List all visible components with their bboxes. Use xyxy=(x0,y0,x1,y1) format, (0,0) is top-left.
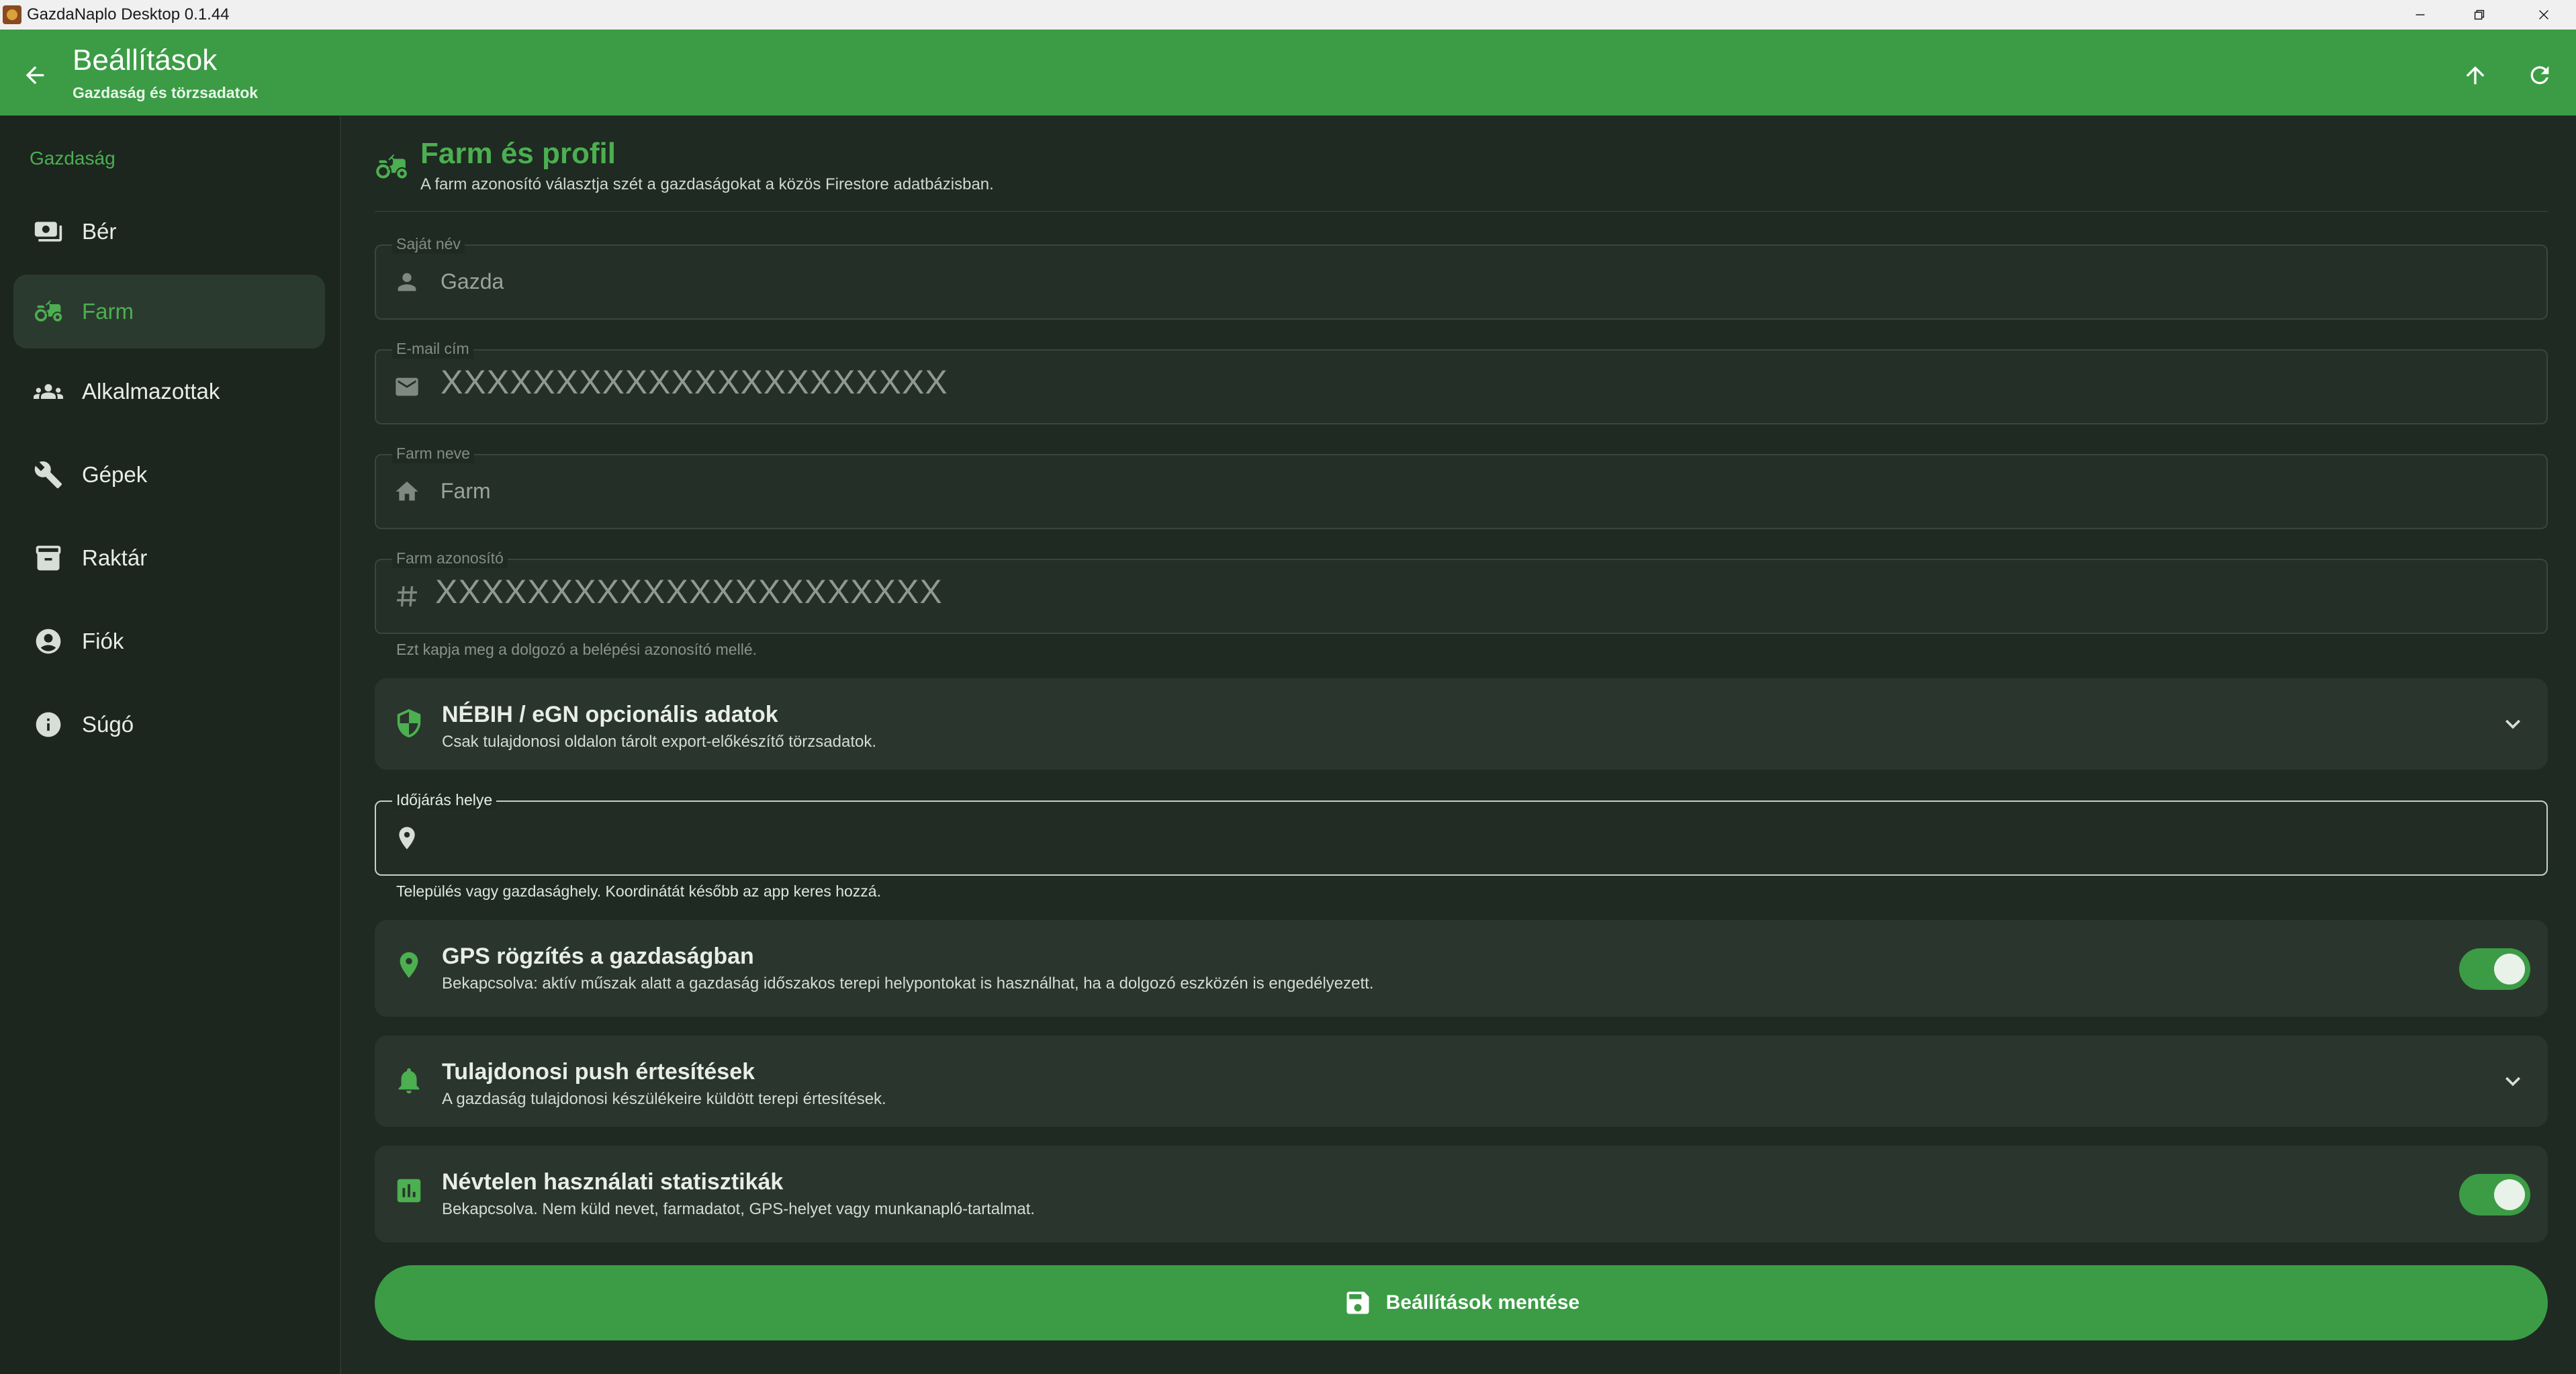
nebih-expansion-card[interactable]: NÉBIH / eGN opcionális adatok Csak tulaj… xyxy=(375,678,2548,770)
tractor-icon xyxy=(34,297,63,326)
weather-location-helper: Település vagy gazdasághely. Koordinátát… xyxy=(396,882,881,900)
name-field-value: Gazda xyxy=(441,269,504,293)
farm-id-field-value: XXXXXXXXXXXXXXXXXXXXXX xyxy=(435,573,943,610)
nebih-card-description: Csak tulajdonosi oldalon tárolt export-e… xyxy=(442,733,877,751)
sidebar-item-raktar[interactable]: Raktár xyxy=(13,521,325,595)
page-subtitle: Gazdaság és törzsadatok xyxy=(73,84,259,101)
gps-toggle[interactable] xyxy=(2459,948,2530,990)
app-logo-icon xyxy=(3,5,21,24)
bar-chart-icon xyxy=(394,1175,424,1206)
farm-id-helper: Ezt kapja meg a dolgozó a belépési azono… xyxy=(396,641,757,658)
close-button[interactable] xyxy=(2514,0,2573,30)
email-field-label: E-mail cím xyxy=(392,338,473,359)
window-title: GazdaNaplo Desktop 0.1.44 xyxy=(27,5,230,24)
shield-icon xyxy=(394,708,424,739)
gps-tracking-card: GPS rögzítés a gazdaságban Bekapcsolva: … xyxy=(375,920,2548,1017)
push-notifications-card[interactable]: Tulajdonosi push értesítések A gazdaság … xyxy=(375,1036,2548,1127)
save-button-label: Beállítások mentése xyxy=(1385,1291,1580,1314)
page-title: Beállítások xyxy=(73,44,218,77)
home-icon xyxy=(394,478,420,505)
sidebar-item-label: Fiók xyxy=(82,629,124,653)
weather-location-label: Időjárás helye xyxy=(392,790,497,810)
stats-card-title: Névtelen használati statisztikák xyxy=(442,1169,784,1195)
tractor-icon xyxy=(375,150,408,184)
back-button[interactable] xyxy=(16,56,54,94)
sidebar-item-sugo[interactable]: Súgó xyxy=(13,688,325,762)
restore-icon xyxy=(2474,9,2485,20)
sidebar-item-label: Raktár xyxy=(82,545,148,570)
account-icon xyxy=(34,627,63,656)
minimize-button[interactable] xyxy=(2391,0,2450,30)
tag-icon xyxy=(394,583,420,610)
farm-name-field-value: Farm xyxy=(441,479,491,503)
section-divider xyxy=(375,211,2548,212)
name-field-label: Saját név xyxy=(392,234,465,254)
anonymous-stats-card: Névtelen használati statisztikák Bekapcs… xyxy=(375,1146,2548,1242)
gps-card-title: GPS rögzítés a gazdaságban xyxy=(442,944,754,969)
sidebar-item-label: Bér xyxy=(82,219,117,244)
arrow-back-icon xyxy=(26,66,44,85)
close-icon xyxy=(2539,10,2548,19)
arrow-up-icon xyxy=(2466,66,2485,85)
refresh-icon xyxy=(2530,66,2549,85)
wrench-icon xyxy=(34,460,63,490)
stats-card-description: Bekapcsolva. Nem küld nevet, farmadatot,… xyxy=(442,1200,1036,1218)
bell-icon xyxy=(394,1065,424,1096)
app-bar: Beállítások Gazdaság és törzsadatok xyxy=(0,30,2576,116)
sidebar-item-label: Alkalmazottak xyxy=(82,379,220,404)
settings-content: Farm és profil A farm azonosító választj… xyxy=(341,116,2576,1374)
person-icon xyxy=(394,269,420,295)
sidebar-item-gepek[interactable]: Gépek xyxy=(13,438,325,512)
farm-id-field[interactable]: Farm azonosító XXXXXXXXXXXXXXXXXXXXXX xyxy=(375,548,2548,634)
mail-icon xyxy=(394,373,420,400)
sidebar-section-title: Gazdaság xyxy=(30,148,116,169)
toggle-knob xyxy=(2494,1179,2525,1210)
groups-icon xyxy=(34,377,63,406)
farm-id-field-label: Farm azonosító xyxy=(392,548,508,568)
upload-button[interactable] xyxy=(2454,54,2497,97)
sidebar-item-label: Farm xyxy=(82,299,134,324)
nebih-card-title: NÉBIH / eGN opcionális adatok xyxy=(442,702,778,727)
save-settings-button[interactable]: Beállítások mentése xyxy=(375,1265,2548,1340)
location-pin-icon xyxy=(394,950,424,980)
window-titlebar: GazdaNaplo Desktop 0.1.44 xyxy=(0,0,2576,30)
sidebar-item-farm[interactable]: Farm xyxy=(13,275,325,349)
chevron-down-icon xyxy=(2498,1066,2528,1096)
sidebar-item-label: Súgó xyxy=(82,712,134,737)
section-title: Farm és profil xyxy=(420,137,616,170)
sidebar: Gazdaság Bér Farm Alkalmazottak Gépek Ra… xyxy=(0,116,341,1374)
gps-card-description: Bekapcsolva: aktív műszak alatt a gazdas… xyxy=(442,974,1374,993)
save-icon xyxy=(1346,1291,1369,1314)
sidebar-item-fiok[interactable]: Fiók xyxy=(13,604,325,678)
toggle-knob xyxy=(2494,954,2525,984)
email-field[interactable]: E-mail cím XXXXXXXXXXXXXXXXXXXXXX xyxy=(375,338,2548,424)
section-description: A farm azonosító választja szét a gazdas… xyxy=(420,175,994,193)
name-field[interactable]: Saját név Gazda xyxy=(375,234,2548,320)
restore-button[interactable] xyxy=(2450,0,2509,30)
chevron-down-icon xyxy=(2498,709,2528,739)
stats-toggle[interactable] xyxy=(2459,1174,2530,1216)
farm-name-field[interactable]: Farm neve Farm xyxy=(375,443,2548,529)
payments-icon xyxy=(34,217,63,246)
sidebar-item-label: Gépek xyxy=(82,462,148,487)
location-pin-icon xyxy=(394,825,420,852)
minimize-icon xyxy=(2416,14,2425,15)
farm-name-field-label: Farm neve xyxy=(392,443,474,463)
refresh-button[interactable] xyxy=(2518,54,2561,97)
archive-icon xyxy=(34,543,63,573)
email-field-value: XXXXXXXXXXXXXXXXXXXXXX xyxy=(441,363,948,401)
weather-location-input[interactable]: Időjárás helye xyxy=(375,790,2548,876)
sidebar-item-alkalmazottak[interactable]: Alkalmazottak xyxy=(13,355,325,428)
sidebar-item-ber[interactable]: Bér xyxy=(13,195,325,269)
info-icon xyxy=(34,710,63,739)
push-card-description: A gazdaság tulajdonosi készülékeire küld… xyxy=(442,1090,886,1108)
push-card-title: Tulajdonosi push értesítések xyxy=(442,1059,755,1085)
